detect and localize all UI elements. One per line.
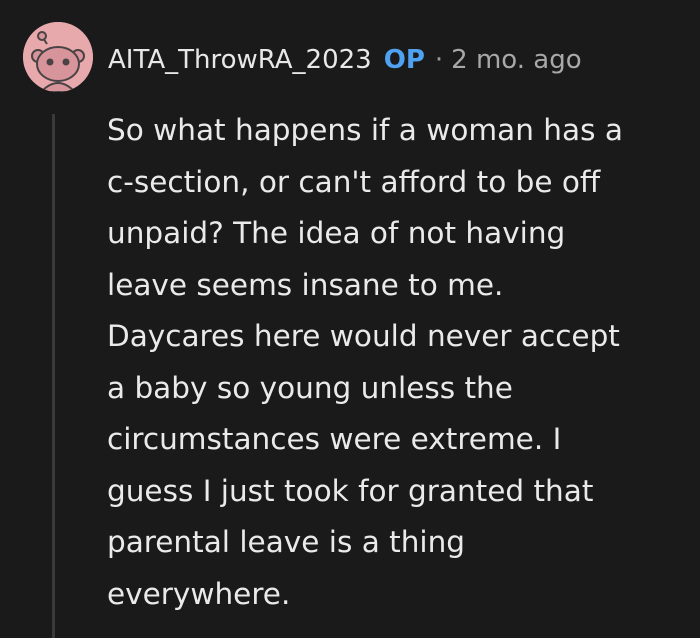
user-avatar[interactable] <box>23 22 93 92</box>
meta-separator: · <box>434 45 444 75</box>
username-link[interactable]: AITA_ThrowRA_2023 <box>108 40 372 80</box>
comment-body-line: unpaid? The idea of not having <box>107 216 566 250</box>
comment-body-line: parental leave is a thing <box>107 525 466 559</box>
comment-body-line: c-section, or can't afford to be off <box>107 164 601 199</box>
comment-body-line: a baby so young unless the <box>107 370 513 405</box>
comment: AITA_ThrowRA_2023 OP · 2 mo. ago So what… <box>0 0 700 638</box>
comment-body-line: So what happens if a woman has a <box>107 113 623 147</box>
comment-body-line: circumstances were extreme. I <box>107 422 562 456</box>
comment-timestamp[interactable]: 2 mo. ago <box>451 40 581 80</box>
op-badge: OP <box>383 45 425 75</box>
comment-header: AITA_ThrowRA_2023 OP · 2 mo. ago <box>108 40 582 80</box>
comment-body-line: everywhere. <box>107 576 291 611</box>
comment-body-line: leave seems insane to me. <box>107 267 504 302</box>
thread-collapse-line[interactable] <box>52 114 55 638</box>
comment-body-line: guess I just took for granted that <box>107 473 594 508</box>
comment-body: So what happens if a woman has a c-secti… <box>107 105 687 620</box>
comment-body-line: Daycares here would never accept <box>107 319 620 353</box>
snoo-avatar-icon <box>23 22 93 92</box>
